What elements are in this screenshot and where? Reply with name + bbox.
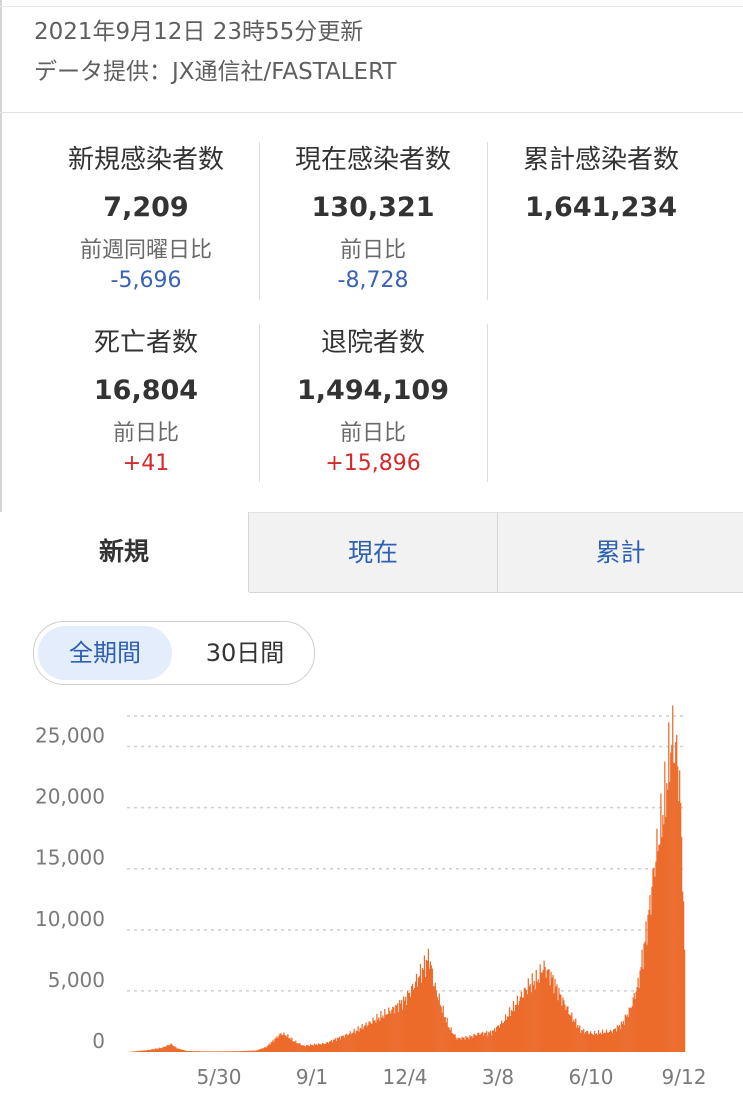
chart-x-tick-label: 9/1 — [296, 1065, 328, 1089]
stat-diff: -8,728 — [337, 268, 409, 293]
new-cases-chart: 0 5,000 10,000 15,000 20,000 25,000 5/30 9/1 12… — [35, 705, 707, 1089]
chart-y-tick-label: 5,000 — [48, 968, 105, 992]
stat-divider — [487, 324, 488, 482]
stat-compare-label: 前日比 — [339, 238, 406, 263]
stat-new-cases: 新規感染者数 7,209 前週同曜日比 -5,696 — [33, 142, 259, 296]
period-toggle: 全期間 30日間 — [33, 621, 315, 685]
stats-panel: 新規感染者数 7,209 前週同曜日比 -5,696 現在感染者数 130,32… — [0, 112, 743, 513]
chart-y-tick-label: 0 — [92, 1029, 105, 1053]
stat-value: 1,641,234 — [524, 192, 678, 223]
stat-compare-label: 前日比 — [112, 421, 179, 446]
stat-label: 現在感染者数 — [294, 145, 451, 175]
stat-diff: -5,696 — [110, 268, 182, 293]
stat-label: 新規感染者数 — [67, 145, 224, 175]
chart-x-tick-label: 3/8 — [482, 1065, 514, 1089]
stat-deaths: 死亡者数 16,804 前日比 +41 — [33, 325, 259, 479]
stat-discharged: 退院者数 1,494,109 前日比 +15,896 — [260, 325, 486, 479]
chart-x-axis-labels: 5/30 9/1 12/4 3/8 6/10 9/12 — [197, 1065, 707, 1089]
stat-value: 1,494,109 — [296, 375, 450, 406]
chart-gridlines — [127, 715, 685, 992]
update-header: 2021年9月12日 23時55分更新 データ提供：JX通信社/FASTALER… — [0, 0, 743, 113]
data-source: データ提供：JX通信社/FASTALERT — [34, 59, 397, 85]
chart-x-tick-label: 9/12 — [662, 1065, 707, 1089]
stat-value: 7,209 — [103, 192, 189, 223]
chart-y-axis-labels: 0 5,000 10,000 15,000 20,000 25,000 — [35, 724, 105, 1053]
stat-total-cases: 累計感染者数 1,641,234 — [488, 142, 714, 228]
stat-diff: +15,896 — [325, 451, 421, 476]
chart-tabs: 新規 現在 累計 — [0, 512, 743, 593]
chart-x-tick-label: 5/30 — [197, 1065, 242, 1089]
chart-x-tick-label: 6/10 — [569, 1065, 614, 1089]
stat-label: 退院者数 — [320, 328, 425, 358]
period-all-button[interactable]: 全期間 — [38, 626, 172, 680]
stat-diff: +41 — [122, 451, 170, 476]
chart-bars — [127, 705, 686, 1052]
tab-current[interactable]: 現在 — [249, 512, 498, 593]
stat-value: 130,321 — [311, 192, 435, 223]
chart-y-tick-label: 20,000 — [35, 785, 105, 809]
top-rule — [0, 6, 743, 7]
stat-label: 累計感染者数 — [522, 145, 679, 175]
chart-x-tick-label: 12/4 — [383, 1065, 428, 1089]
chart-y-tick-label: 10,000 — [35, 907, 105, 931]
chart-bar — [684, 949, 686, 1052]
stat-compare-label: 前週同曜日比 — [79, 238, 212, 263]
stat-label: 死亡者数 — [93, 328, 198, 358]
period-30-days-button[interactable]: 30日間 — [180, 626, 310, 680]
stat-value: 16,804 — [93, 375, 199, 406]
tab-new[interactable]: 新規 — [0, 512, 249, 592]
chart-y-tick-label: 15,000 — [35, 846, 105, 870]
stat-compare-label: 前日比 — [339, 421, 406, 446]
updated-timestamp: 2021年9月12日 23時55分更新 — [34, 19, 364, 45]
chart-y-tick-label: 25,000 — [35, 724, 105, 748]
tab-cumulative[interactable]: 累計 — [498, 512, 743, 593]
stat-current-cases: 現在感染者数 130,321 前日比 -8,728 — [260, 142, 486, 296]
